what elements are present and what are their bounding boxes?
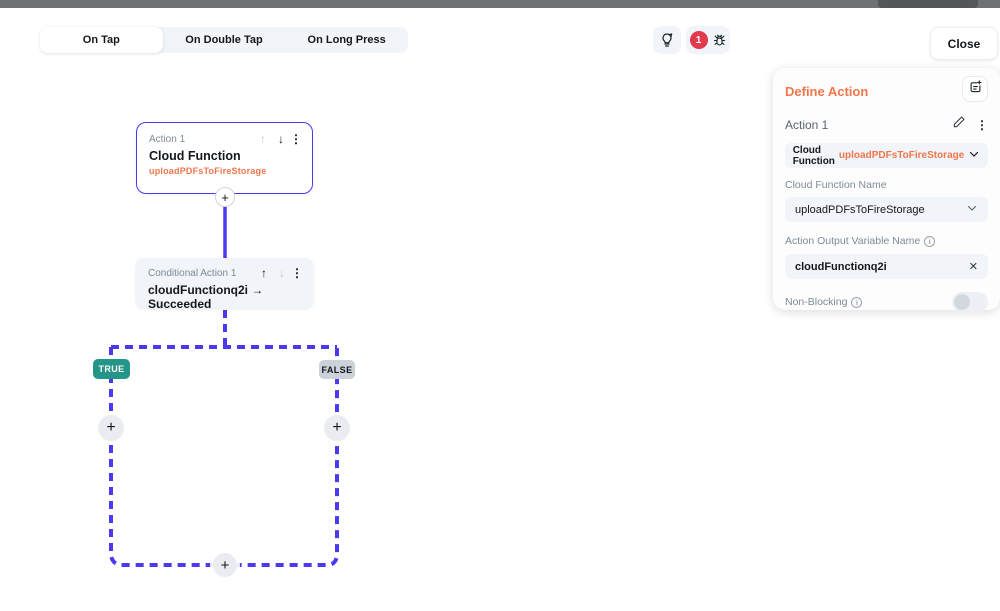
action-type-prefix: Cloud Function xyxy=(792,144,835,167)
action-type-value: uploadPDFsToFireStorage xyxy=(838,150,965,161)
chevron-down-icon xyxy=(968,147,980,165)
top-bar-handle xyxy=(878,0,978,8)
top-bar xyxy=(0,0,1000,8)
panel-title: Define Action xyxy=(785,84,869,99)
action-card-title: Cloud Function xyxy=(149,149,241,163)
move-up-icon[interactable]: ↑ xyxy=(255,266,273,280)
tab-on-long-press[interactable]: On Long Press xyxy=(285,27,408,53)
info-icon[interactable]: i xyxy=(851,296,863,308)
output-variable-value: cloudFunctionq2i xyxy=(795,260,887,273)
non-blocking-toggle[interactable] xyxy=(952,292,988,312)
lightbulb-cursor-icon xyxy=(659,32,675,48)
note-add-icon xyxy=(968,79,983,99)
function-name-label: Cloud Function Name xyxy=(785,179,887,191)
action-card-label: Action 1 xyxy=(149,133,186,145)
close-button[interactable]: Close xyxy=(930,27,998,60)
action-card[interactable]: Action 1 ↑ ↓ ⋮ Cloud Function uploadPDFs… xyxy=(136,122,313,194)
action-section-label: Action 1 xyxy=(785,117,829,132)
move-down-icon[interactable]: ↓ xyxy=(273,266,291,280)
false-branch-badge: FALSE xyxy=(319,360,355,379)
non-blocking-label: Non-Blocking i xyxy=(785,296,952,308)
function-name-select[interactable]: uploadPDFsToFireStorage xyxy=(785,197,988,222)
output-variable-label: Action Output Variable Name i xyxy=(785,235,988,247)
true-branch-badge: TRUE xyxy=(93,359,130,379)
issues-button[interactable]: 1 xyxy=(686,26,730,54)
action-options-icon[interactable]: ⋮ xyxy=(976,118,988,132)
define-action-panel: Define Action Action 1 ⋮ Cloud Function … xyxy=(773,68,1000,312)
move-up-icon[interactable]: ↑ xyxy=(254,132,272,146)
add-note-button[interactable] xyxy=(962,76,988,102)
action-type-select[interactable]: Cloud Function uploadPDFsToFireStorage xyxy=(785,143,988,168)
output-variable-input[interactable]: cloudFunctionq2i ✕ xyxy=(785,254,988,279)
add-true-action-button[interactable]: + xyxy=(98,415,124,441)
tab-on-double-tap[interactable]: On Double Tap xyxy=(163,27,286,53)
move-down-icon[interactable]: ↓ xyxy=(272,132,290,146)
add-false-action-button[interactable]: + xyxy=(324,415,350,441)
gesture-tabbar: On Tap On Double Tap On Long Press xyxy=(40,27,408,53)
add-action-button[interactable]: + xyxy=(215,187,235,207)
info-icon[interactable]: i xyxy=(924,235,936,247)
conditional-card-title: cloudFunctionq2i → Succeeded xyxy=(148,283,264,311)
add-after-branch-button[interactable]: + xyxy=(213,553,237,577)
conditional-card-label: Conditional Action 1 xyxy=(148,267,237,279)
conditional-card-menu-icon[interactable]: ⋮ xyxy=(291,266,303,280)
conditional-card[interactable]: Conditional Action 1 ↑ ↓ ⋮ cloudFunction… xyxy=(136,258,313,311)
action-card-menu-icon[interactable]: ⋮ xyxy=(290,132,302,146)
chevron-down-icon xyxy=(966,201,978,219)
bug-icon xyxy=(712,33,727,48)
clear-icon[interactable]: ✕ xyxy=(969,260,978,273)
suggestions-button[interactable] xyxy=(653,26,681,54)
tab-on-tap[interactable]: On Tap xyxy=(40,27,163,53)
edit-pencil-icon[interactable] xyxy=(952,115,966,134)
function-name-value: uploadPDFsToFireStorage xyxy=(795,203,925,216)
action-card-subtitle: uploadPDFsToFireStorage xyxy=(149,166,267,176)
error-count-badge: 1 xyxy=(689,31,708,49)
